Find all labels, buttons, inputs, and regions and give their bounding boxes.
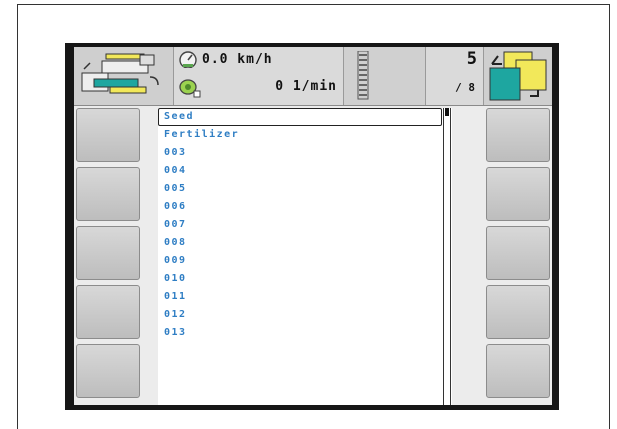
- speed-rpm-display: 0.0 km/h 0 1/min: [174, 47, 344, 105]
- list-item[interactable]: 010: [158, 270, 442, 288]
- list-scrollbar[interactable]: [443, 108, 451, 405]
- speedometer-icon: [179, 51, 197, 68]
- right-softkey-2[interactable]: [486, 167, 550, 221]
- speed-value: 0.0 km/h: [202, 52, 273, 67]
- page-current: 5: [466, 49, 477, 69]
- page-indicator: 5 / 8: [426, 47, 484, 105]
- right-softkey-1[interactable]: [486, 108, 550, 162]
- list-item[interactable]: 012: [158, 306, 442, 324]
- rpm-value: 0 1/min: [275, 79, 337, 94]
- terminal-screen: 0.0 km/h 0 1/min 5 / 8 Seed Fertilizer 0…: [74, 47, 552, 405]
- list-item[interactable]: Fertilizer: [158, 126, 442, 144]
- left-softkey-4[interactable]: [76, 285, 140, 339]
- left-softkey-5[interactable]: [76, 344, 140, 398]
- list-item[interactable]: 009: [158, 252, 442, 270]
- scroll-thumb[interactable]: [445, 108, 449, 116]
- list-item[interactable]: 007: [158, 216, 442, 234]
- product-list: Seed Fertilizer 003 004 005 006 007 008 …: [158, 108, 452, 405]
- list-item[interactable]: 005: [158, 180, 442, 198]
- tire-track-icon: [357, 51, 369, 100]
- list-item[interactable]: 008: [158, 234, 442, 252]
- list-item[interactable]: 003: [158, 144, 442, 162]
- left-softkey-column: [74, 106, 146, 405]
- left-softkey-3[interactable]: [76, 226, 140, 280]
- left-softkey-1[interactable]: [76, 108, 140, 162]
- left-softkey-2[interactable]: [76, 167, 140, 221]
- right-softkey-4[interactable]: [486, 285, 550, 339]
- mode-switch-button[interactable]: [484, 47, 552, 105]
- list-item[interactable]: 013: [158, 324, 442, 342]
- mode-switch-icon: [489, 51, 547, 101]
- list-item[interactable]: 006: [158, 198, 442, 216]
- right-softkey-3[interactable]: [486, 226, 550, 280]
- list-item[interactable]: Seed: [158, 108, 442, 126]
- right-softkey-column: [480, 106, 552, 405]
- page-total: / 8: [455, 81, 475, 94]
- rpm-sensor-icon: [179, 79, 201, 98]
- machine-config-button[interactable]: [74, 47, 174, 105]
- machine-config-icon: [81, 53, 159, 94]
- right-softkey-5[interactable]: [486, 344, 550, 398]
- track-indicator: [344, 47, 426, 105]
- list-item[interactable]: 011: [158, 288, 442, 306]
- list-item[interactable]: 004: [158, 162, 442, 180]
- status-header: 0.0 km/h 0 1/min 5 / 8: [74, 47, 552, 106]
